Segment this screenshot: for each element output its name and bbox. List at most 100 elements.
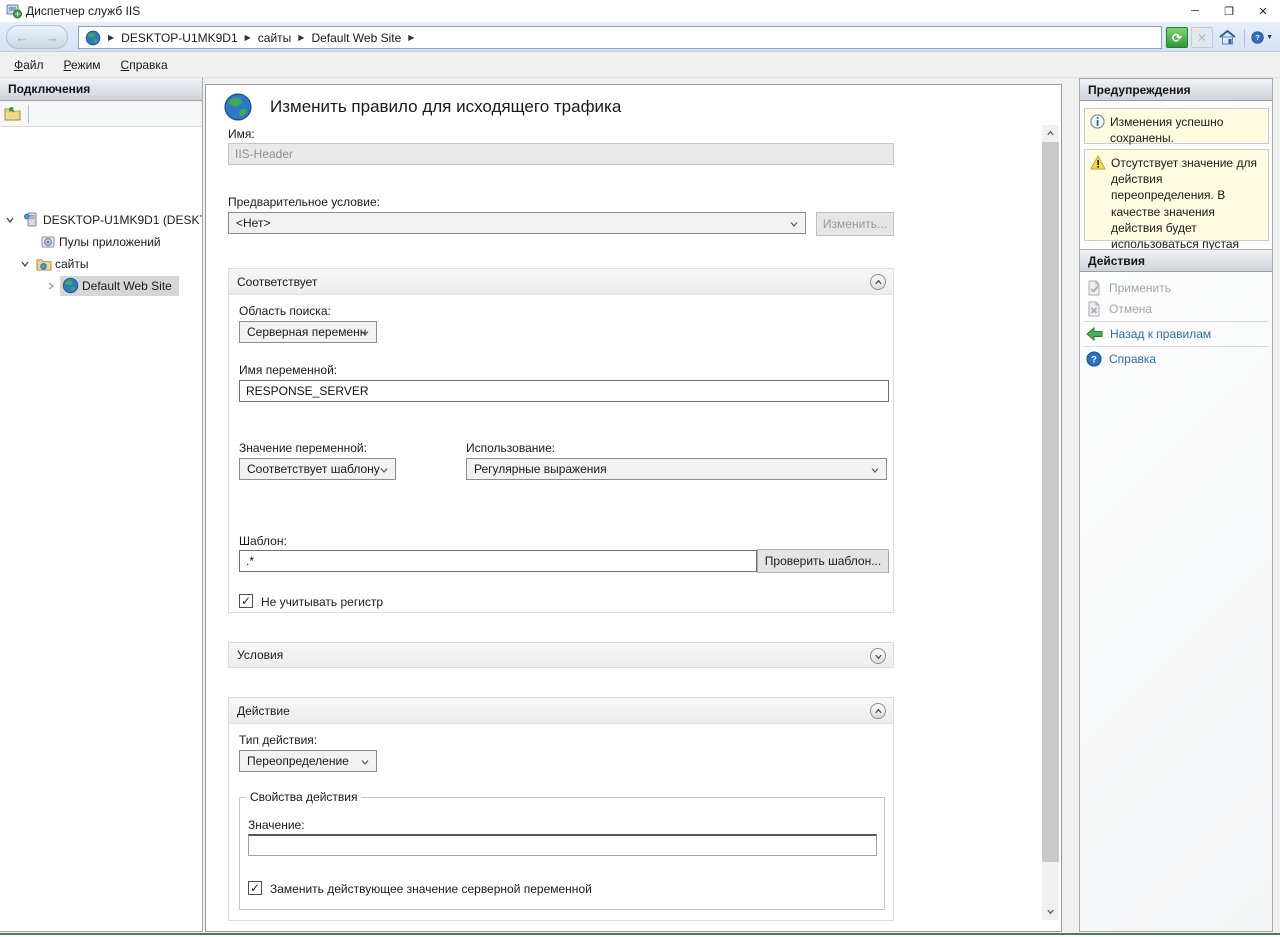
chevron-down-icon: [360, 757, 370, 767]
action-properties-group: Свойства действия Значение: ✓ Заменить д…: [239, 790, 885, 910]
scroll-thumb[interactable]: [1042, 142, 1059, 862]
info-icon: [1090, 114, 1105, 129]
pattern-input[interactable]: [239, 550, 757, 572]
collapse-icon[interactable]: [870, 703, 886, 719]
conditions-section-header[interactable]: Условия: [228, 642, 894, 668]
help-action[interactable]: ? Справка: [1086, 349, 1156, 368]
tree-item-default-web-site[interactable]: Default Web Site: [46, 275, 179, 296]
connections-panel: Подключения DESKTOP-U1MK9D1 (DESKTOP Пул…: [0, 78, 203, 932]
help-circle-icon: ?: [1086, 351, 1102, 367]
menu-help[interactable]: Справка: [111, 54, 178, 76]
ignore-case-checkbox[interactable]: ✓: [239, 594, 253, 608]
edit-precondition-button: Изменить...: [816, 212, 894, 236]
warning-icon: [1090, 155, 1106, 170]
close-button[interactable]: ✕: [1246, 0, 1280, 22]
value-input[interactable]: [248, 834, 877, 856]
restart-icon[interactable]: ⟳: [1166, 27, 1188, 48]
variable-value-value: Соответствует шаблону: [247, 462, 380, 476]
tree-item-app-pools[interactable]: Пулы приложений: [40, 231, 164, 252]
collapse-icon[interactable]: [870, 274, 886, 290]
feature-view: Изменить правило для исходящего трафика …: [205, 84, 1062, 932]
name-input: [228, 143, 894, 165]
variable-name-label: Имя переменной:: [239, 363, 337, 377]
breadcrumb[interactable]: ▶ DESKTOP-U1MK9D1 ▶ сайты ▶ Default Web …: [78, 26, 1162, 49]
chevron-expanded-icon[interactable]: [5, 215, 15, 225]
expand-icon[interactable]: [870, 648, 886, 664]
chevron-expanded-icon[interactable]: [20, 259, 30, 269]
divider: [28, 105, 29, 123]
back-arrow-icon: [1086, 327, 1103, 341]
replace-existing-checkbox[interactable]: ✓: [248, 881, 262, 895]
variable-name-input[interactable]: [239, 380, 889, 402]
usage-select[interactable]: Регулярные выражения: [466, 458, 887, 480]
variable-value-select[interactable]: Соответствует шаблону: [239, 458, 396, 480]
scope-select[interactable]: Серверная переменн: [239, 321, 377, 343]
server-icon: [24, 212, 40, 228]
precondition-select[interactable]: <Нет>: [228, 212, 806, 234]
scope-label: Область поиска:: [239, 304, 331, 318]
divider: [1244, 29, 1245, 47]
tree-label[interactable]: Default Web Site: [79, 277, 175, 295]
forward-icon[interactable]: →: [46, 30, 59, 45]
crumb-arrow-icon: ▶: [108, 33, 114, 42]
alert-text: Изменения успешно сохранены.: [1110, 114, 1264, 137]
action-type-label: Тип действия:: [239, 733, 317, 747]
crumb-arrow-icon: ▶: [408, 33, 414, 42]
scope-value: Серверная переменн: [247, 325, 366, 339]
chevron-down-icon: [379, 465, 389, 475]
restore-button[interactable]: ❐: [1212, 0, 1246, 22]
alert-warning: Отсутствует значение для действия переоп…: [1084, 149, 1269, 241]
connections-header: Подключения: [0, 78, 202, 101]
help-dropdown-icon[interactable]: ▼: [1266, 34, 1273, 41]
value-label: Значение:: [248, 818, 305, 832]
window-title: Диспетчер служб IIS: [26, 4, 140, 18]
home-icon[interactable]: [1216, 27, 1238, 48]
cancel-action: Отмена: [1086, 299, 1152, 318]
chevron-down-icon: [360, 328, 370, 338]
chevron-collapsed-icon[interactable]: [46, 281, 56, 291]
scroll-down-icon[interactable]: [1042, 903, 1059, 920]
tree-label[interactable]: DESKTOP-U1MK9D1 (DESKTOP: [40, 211, 203, 229]
selected-tree-node[interactable]: Default Web Site: [60, 276, 179, 296]
minimize-button[interactable]: ─: [1178, 0, 1212, 22]
app-icon: [6, 3, 22, 19]
help-icon[interactable]: ? ▼: [1251, 27, 1273, 48]
crumb-server[interactable]: DESKTOP-U1MK9D1: [121, 31, 237, 45]
tree-label[interactable]: Пулы приложений: [56, 233, 164, 251]
crumb-default-web-site[interactable]: Default Web Site: [311, 31, 401, 45]
tree-label[interactable]: сайты: [52, 255, 92, 273]
globe-icon: [85, 30, 101, 46]
page-globe-icon: [223, 92, 253, 122]
precondition-label: Предварительное условие:: [228, 195, 380, 209]
help-label[interactable]: Справка: [1109, 352, 1156, 366]
menu-view[interactable]: Режим: [54, 54, 111, 76]
back-to-rules-action[interactable]: Назад к правилам: [1086, 324, 1211, 343]
divider: [1084, 346, 1268, 347]
crumb-arrow-icon: ▶: [245, 33, 251, 42]
tree-item-sites[interactable]: сайты: [20, 253, 92, 274]
tree-item-server[interactable]: DESKTOP-U1MK9D1 (DESKTOP: [5, 209, 203, 230]
crumb-sites[interactable]: сайты: [258, 31, 292, 45]
apply-label: Применить: [1109, 281, 1171, 295]
application-pools-icon: [40, 234, 56, 250]
action-section: Действие Тип действия: Переопределение С…: [228, 697, 894, 921]
scroll-up-icon[interactable]: [1042, 125, 1059, 142]
variable-value-label: Значение переменной:: [239, 441, 367, 455]
create-connection-icon[interactable]: [4, 106, 21, 121]
back-icon[interactable]: ←: [16, 30, 29, 45]
vertical-scrollbar[interactable]: [1042, 125, 1059, 920]
usage-label: Использование:: [466, 441, 555, 455]
test-pattern-button[interactable]: Проверить шаблон...: [757, 549, 889, 573]
name-label: Имя:: [228, 127, 255, 141]
action-type-value: Переопределение: [247, 754, 349, 768]
stop-icon: ✕: [1191, 27, 1213, 48]
match-section-header[interactable]: Соответствует: [229, 269, 893, 295]
divider: [1084, 321, 1268, 322]
chevron-down-icon: [870, 465, 880, 475]
action-section-header[interactable]: Действие: [229, 698, 893, 724]
back-to-rules-label[interactable]: Назад к правилам: [1110, 327, 1211, 341]
chevron-down-icon: [789, 219, 799, 229]
action-type-select[interactable]: Переопределение: [239, 750, 377, 772]
menu-file[interactable]: Файл: [4, 54, 54, 76]
match-section: Соответствует Область поиска: Серверная …: [228, 268, 894, 613]
